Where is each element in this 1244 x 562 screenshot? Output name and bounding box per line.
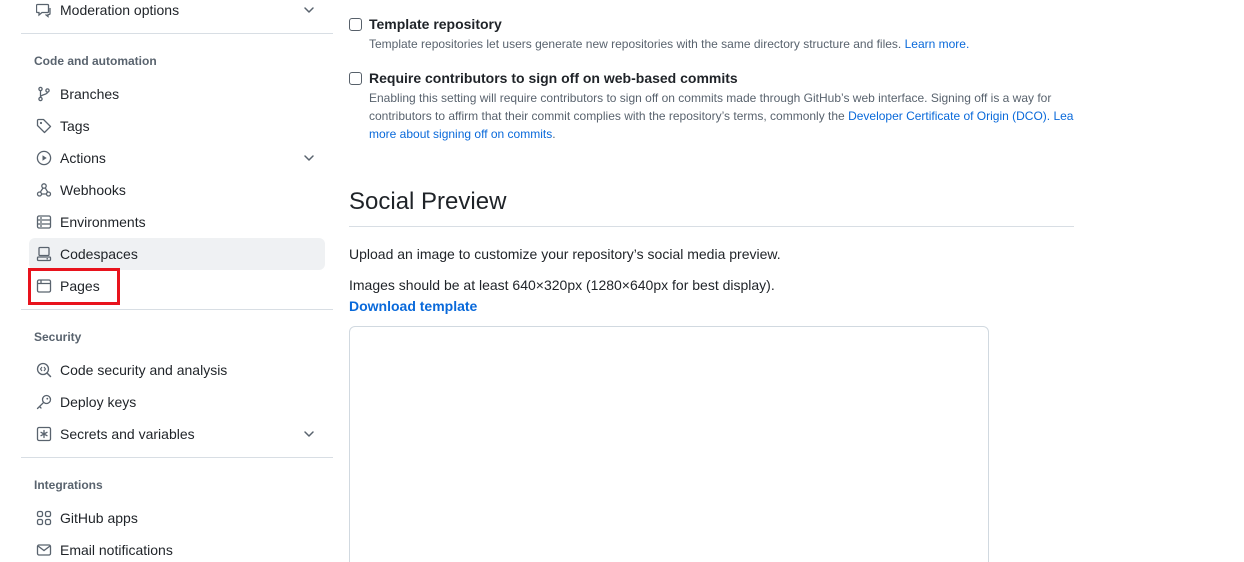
template-repository-checkbox[interactable] [349, 17, 362, 31]
heading-divider [349, 226, 1074, 227]
sidebar-item-label: Actions [60, 150, 106, 166]
chevron-down-icon[interactable] [301, 150, 317, 166]
sidebar-item-label: Pages [60, 278, 100, 294]
key-icon [36, 394, 52, 410]
settings-sidebar: Moderation options Code and automation B… [21, 0, 333, 562]
sidebar-item-label: Webhooks [60, 182, 126, 198]
template-repository-setting: Template repository [349, 15, 502, 33]
sidebar-item-webhooks[interactable]: Webhooks [29, 174, 325, 206]
sidebar-item-label: Moderation options [60, 2, 180, 18]
asterisk-icon [36, 426, 52, 442]
server-icon [36, 214, 52, 230]
webhook-icon [36, 182, 52, 198]
report-icon [36, 2, 52, 18]
social-preview-image-dropzone[interactable] [349, 326, 989, 562]
codespaces-icon [36, 246, 52, 262]
sidebar-item-label: GitHub apps [60, 510, 138, 526]
sidebar-item-label: Deploy keys [60, 394, 137, 410]
sidebar-item-label: Code security and analysis [60, 362, 228, 378]
setting-description: Template repositories let users generate… [369, 37, 970, 51]
sidebar-item-label: Email notifications [60, 542, 173, 558]
chevron-down-icon[interactable] [301, 2, 317, 18]
play-icon [36, 150, 52, 166]
dco-link[interactable]: Developer Certificate of Origin (DCO). L… [848, 109, 1073, 123]
group-title-security: Security [34, 330, 82, 344]
sidebar-item-label: Environments [60, 214, 146, 230]
apps-icon [36, 510, 52, 526]
tag-icon [36, 118, 52, 134]
sidebar-item-pages[interactable]: Pages [29, 270, 325, 302]
setting-title: Template repository [369, 16, 502, 32]
browser-icon [36, 278, 52, 294]
sidebar-item-environments[interactable]: Environments [29, 206, 325, 238]
signoff-setting: Require contributors to sign off on web-… [349, 69, 738, 87]
codescan-icon [36, 362, 52, 378]
sidebar-divider [21, 309, 333, 310]
sidebar-item-label: Branches [60, 86, 120, 102]
group-title-integrations: Integrations [34, 478, 103, 492]
group-title-code-automation: Code and automation [34, 54, 157, 68]
git-branch-icon [36, 86, 52, 102]
sidebar-item-branches[interactable]: Branches [29, 78, 325, 110]
upload-instructions: Upload an image to customize your reposi… [349, 246, 781, 262]
sidebar-item-actions[interactable]: Actions [29, 142, 325, 174]
sidebar-item-email-notifications[interactable]: Email notifications [29, 534, 325, 562]
sidebar-item-label: Secrets and variables [60, 426, 195, 442]
sidebar-item-code-security[interactable]: Code security and analysis [29, 354, 325, 386]
mail-icon [36, 542, 52, 558]
signoff-learn-more-link[interactable]: more about signing off on commits [369, 127, 552, 141]
sidebar-item-moderation-options[interactable]: Moderation options [29, 0, 325, 26]
setting-description: Enabling this setting will require contr… [369, 91, 1074, 141]
chevron-down-icon[interactable] [301, 426, 317, 442]
sidebar-item-label: Tags [60, 118, 90, 134]
sidebar-item-label: Codespaces [60, 246, 138, 262]
settings-main-content: Template repository Template repositorie… [349, 0, 1074, 562]
learn-more-link[interactable]: Learn more. [905, 37, 970, 51]
image-size-note: Images should be at least 640×320px (128… [349, 277, 775, 293]
setting-title: Require contributors to sign off on web-… [369, 70, 738, 86]
sidebar-divider [21, 33, 333, 34]
sidebar-item-secrets-variables[interactable]: Secrets and variables [29, 418, 325, 450]
sidebar-divider [21, 457, 333, 458]
sidebar-item-codespaces[interactable]: Codespaces [29, 238, 325, 270]
sidebar-item-deploy-keys[interactable]: Deploy keys [29, 386, 325, 418]
signoff-checkbox[interactable] [349, 71, 362, 85]
sidebar-item-tags[interactable]: Tags [29, 110, 325, 142]
social-preview-heading: Social Preview [349, 188, 507, 215]
sidebar-item-github-apps[interactable]: GitHub apps [29, 502, 325, 534]
download-template-link[interactable]: Download template [349, 297, 477, 315]
